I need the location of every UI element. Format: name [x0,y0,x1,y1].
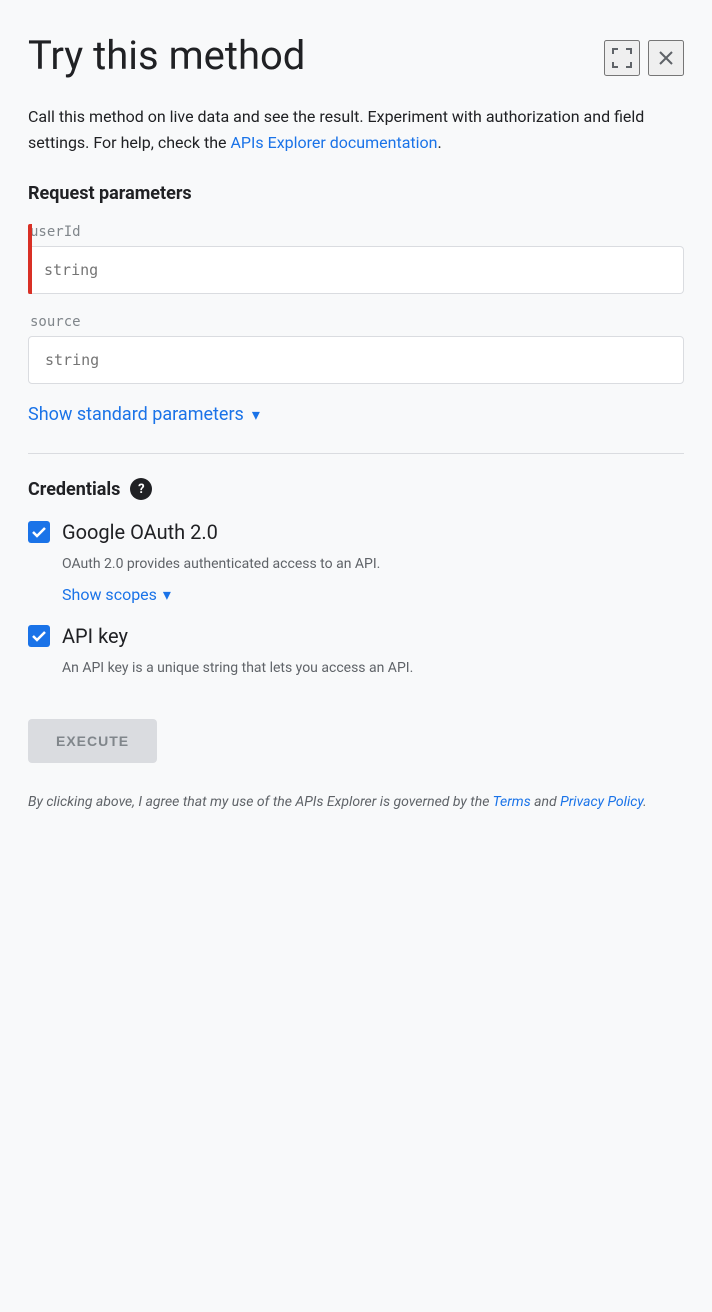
show-standard-label: Show standard parameters [28,404,244,425]
checkmark-icon [31,524,47,540]
show-standard-parameters-button[interactable]: Show standard parameters ▾ [28,404,684,425]
show-scopes-label: Show scopes [62,585,157,604]
execute-section: EXECUTE [28,699,684,791]
execute-button[interactable]: EXECUTE [28,719,157,763]
request-parameters-title: Request parameters [28,183,684,204]
footer-text-part3: . [643,794,647,810]
apikey-credential-item: API key An API key is a unique string th… [28,624,684,679]
oauth-header: Google OAuth 2.0 [28,520,684,544]
close-button[interactable] [648,40,684,76]
privacy-policy-link[interactable]: Privacy Policy [560,794,643,810]
oauth-checkbox[interactable] [28,521,50,543]
expand-button[interactable] [604,40,640,76]
userid-field-wrapper: userId [28,224,684,294]
description-text: Call this method on live data and see th… [28,104,684,155]
footer-text-part1: By clicking above, I agree that my use o… [28,794,493,810]
header-icons [604,40,684,76]
request-parameters-section: Request parameters userId source [28,183,684,384]
divider [28,453,684,454]
apikey-header: API key [28,624,684,648]
oauth-description: OAuth 2.0 provides authenticated access … [62,554,684,575]
show-scopes-button[interactable]: Show scopes ▾ [62,585,684,604]
expand-icon [610,46,634,70]
credentials-header: Credentials ? [28,478,684,500]
source-label: source [30,314,684,330]
oauth-credential-item: Google OAuth 2.0 OAuth 2.0 provides auth… [28,520,684,604]
source-field-wrapper: source [28,314,684,384]
userid-input[interactable] [28,246,684,294]
credentials-title: Credentials [28,479,120,500]
oauth-name: Google OAuth 2.0 [62,520,218,544]
apikey-name: API key [62,624,128,648]
panel-header: Try this method [28,32,684,80]
source-input[interactable] [28,336,684,384]
page-title: Try this method [28,32,604,80]
try-this-method-panel: Try this method Call this method on live… [0,0,712,1312]
close-icon [654,46,678,70]
apikey-description: An API key is a unique string that lets … [62,658,684,679]
chevron-down-icon: ▾ [252,405,260,424]
terms-link[interactable]: Terms [493,794,531,810]
userid-label: userId [30,224,684,240]
footer-text: By clicking above, I agree that my use o… [28,791,684,813]
footer-text-part2: and [531,794,560,810]
apikey-checkbox[interactable] [28,625,50,647]
credentials-help-icon[interactable]: ? [130,478,152,500]
scopes-chevron-icon: ▾ [163,585,171,604]
apis-explorer-link[interactable]: APIs Explorer documentation [230,133,437,152]
apikey-checkmark-icon [31,628,47,644]
